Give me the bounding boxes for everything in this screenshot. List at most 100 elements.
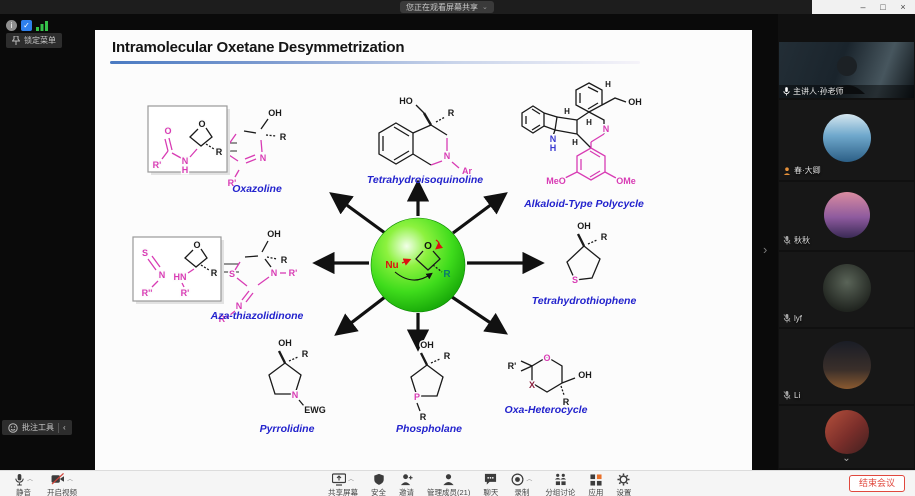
mute-button[interactable]: ︿ 静音 xyxy=(14,473,33,496)
atom-label-r: R xyxy=(420,412,427,422)
settings-button[interactable]: 设置 xyxy=(616,473,631,496)
annotation-toolbar[interactable]: 批注工具 ‹ xyxy=(2,420,72,435)
pin-icon xyxy=(12,36,20,45)
breakout-rooms-label: 分组讨论 xyxy=(545,487,575,496)
chevron-up-icon[interactable]: ︿ xyxy=(27,474,33,483)
structure-tetrahydroisoquinoline: N Ar HO R Tetrahydroisoquinoline xyxy=(367,96,483,186)
invite-button[interactable]: 邀请 xyxy=(399,473,414,496)
structure-oxa-heterocycle: O X R' OH R Oxa-Heterocycle xyxy=(505,353,592,416)
avatar xyxy=(823,341,871,389)
product-label-tetrahydrothiophene: Tetrahydrothiophene xyxy=(532,295,637,307)
atom-label-s: S xyxy=(142,248,148,258)
product-label-oxazoline: Oxazoline xyxy=(232,183,282,195)
participant-tile[interactable]: lyf xyxy=(779,252,914,327)
mic-muted-icon xyxy=(783,314,791,323)
product-label-pyrrolidine: Pyrrolidine xyxy=(260,423,315,435)
atom-label-h: H xyxy=(605,80,611,89)
mic-muted-icon xyxy=(783,236,791,245)
chat-button[interactable]: 聊天 xyxy=(483,473,498,496)
security-button[interactable]: 安全 xyxy=(371,473,386,496)
product-label-aza-thiazolidinone: Aza-thiazolidinone xyxy=(210,310,304,322)
chevron-down-icon: ⌄ xyxy=(482,3,488,11)
breakout-rooms-icon xyxy=(554,473,567,486)
atom-label-oh: OH xyxy=(577,221,591,231)
atom-label-h: H xyxy=(564,107,570,116)
speaker-video-tile[interactable]: 主讲人·孙老师 xyxy=(779,42,914,98)
atom-label-meo: MeO xyxy=(546,176,566,186)
invite-label: 邀请 xyxy=(399,487,414,496)
hand-raised-icon xyxy=(783,167,791,175)
atom-label-rpp: R'' xyxy=(142,288,153,298)
atom-label-s: S xyxy=(572,275,578,285)
end-meeting-button[interactable]: 结束会议 xyxy=(849,475,905,492)
atom-label-ho: HO xyxy=(399,96,413,106)
atom-label-r: R xyxy=(211,268,218,278)
mic-muted-icon xyxy=(783,391,791,400)
pin-menu-button[interactable]: 锁定菜单 xyxy=(6,33,62,48)
close-button[interactable]: × xyxy=(894,1,912,13)
collapse-left-icon[interactable]: ‹ xyxy=(63,423,66,432)
atom-label-o: O xyxy=(193,240,200,250)
atom-label-oh: OH xyxy=(578,370,592,380)
atom-label-rp: R' xyxy=(508,361,517,371)
atom-label-o: O xyxy=(543,353,550,363)
atom-label-n: N xyxy=(444,151,451,161)
avatar xyxy=(824,192,870,238)
minimize-button[interactable]: – xyxy=(854,1,872,13)
start-video-label: 开启视频 xyxy=(47,487,77,496)
apps-button[interactable]: 应用 xyxy=(588,473,603,496)
chevron-up-icon[interactable]: ︿ xyxy=(526,474,532,483)
atom-label-oh: OH xyxy=(268,108,282,118)
participant-name: lyf xyxy=(794,314,802,323)
annotation-label: 批注工具 xyxy=(22,422,54,433)
shield-icon[interactable]: ✓ xyxy=(21,20,32,31)
gear-icon xyxy=(617,473,630,486)
atom-label-rp: R' xyxy=(153,160,162,170)
titlebar: 您正在观看屏幕共享 ⌄ xyxy=(0,0,812,14)
sidebar-collapse-handle[interactable]: › xyxy=(763,242,767,257)
atom-label-h: H xyxy=(572,138,578,147)
structure-phospholane: P R OH R Phospholane xyxy=(396,340,462,435)
share-screen-button[interactable]: ︿ 共享屏幕 xyxy=(328,473,358,496)
info-icon[interactable]: i xyxy=(6,20,17,31)
speaker-name: 主讲人·孙老师 xyxy=(793,86,844,97)
participant-tile[interactable]: ⌄ xyxy=(779,406,914,468)
meeting-app-window: 您正在观看屏幕共享 ⌄ – □ × 31:41 演讲者视图 ▾ i ✓ xyxy=(0,0,915,496)
shared-screen-stage: i ✓ 锁定菜单 批注工具 ‹ › Intramolecular Oxetane… xyxy=(0,14,778,470)
chevron-up-icon[interactable]: ︿ xyxy=(348,474,354,483)
atom-label-r: R xyxy=(601,232,608,242)
apps-label: 应用 xyxy=(588,487,603,496)
participants-sidebar: 主讲人·孙老师 春·大卿 秋秋 lyf xyxy=(778,14,915,470)
structure-alkaloid-polycycle: N N H H H H H xyxy=(522,80,644,210)
maximize-button[interactable]: □ xyxy=(874,1,892,13)
divider xyxy=(58,423,59,433)
atom-label-n: N xyxy=(603,124,610,134)
atom-label-h: H xyxy=(550,143,557,153)
manage-members-button[interactable]: 管理成员(21) xyxy=(427,473,470,496)
product-label-oxa-heterocycle: Oxa-Heterocycle xyxy=(505,404,588,416)
settings-label: 设置 xyxy=(616,487,631,496)
more-participants-chevron[interactable]: ⌄ xyxy=(842,456,850,462)
participant-name: Li xyxy=(794,391,800,400)
participant-tile[interactable]: 秋秋 xyxy=(779,182,914,250)
mic-icon xyxy=(783,87,790,96)
atom-label-n: N xyxy=(271,268,278,278)
product-label-tetrahydroisoquinoline: Tetrahydroisoquinoline xyxy=(367,174,483,186)
atom-label-x: X xyxy=(529,380,535,390)
atom-label-o: O xyxy=(424,241,432,252)
structure-pyrrolidine: N EWG OH R Pyrrolidine xyxy=(260,338,326,435)
breakout-rooms-button[interactable]: 分组讨论 xyxy=(545,473,575,496)
atom-label-h: H xyxy=(586,118,592,127)
participant-tile[interactable]: Li xyxy=(779,329,914,404)
start-video-button[interactable]: ︿ 开启视频 xyxy=(47,473,77,496)
precursor-box-isothiocyanate-oxetane: S N R'' O HN R' R xyxy=(133,237,224,304)
atom-label-s: S xyxy=(229,269,235,279)
pin-menu-label: 锁定菜单 xyxy=(24,35,56,46)
title-underline xyxy=(110,61,640,64)
atom-label-p: P xyxy=(414,392,420,402)
screen-share-banner[interactable]: 您正在观看屏幕共享 ⌄ xyxy=(400,1,494,13)
participant-tile[interactable]: 春·大卿 xyxy=(779,100,914,180)
chevron-up-icon[interactable]: ︿ xyxy=(67,474,73,483)
record-button[interactable]: ︿ 录制 xyxy=(511,473,532,496)
meeting-toolbar: ︿ 静音 ︿ 开启视频 ︿ 共享屏幕 xyxy=(0,470,915,496)
